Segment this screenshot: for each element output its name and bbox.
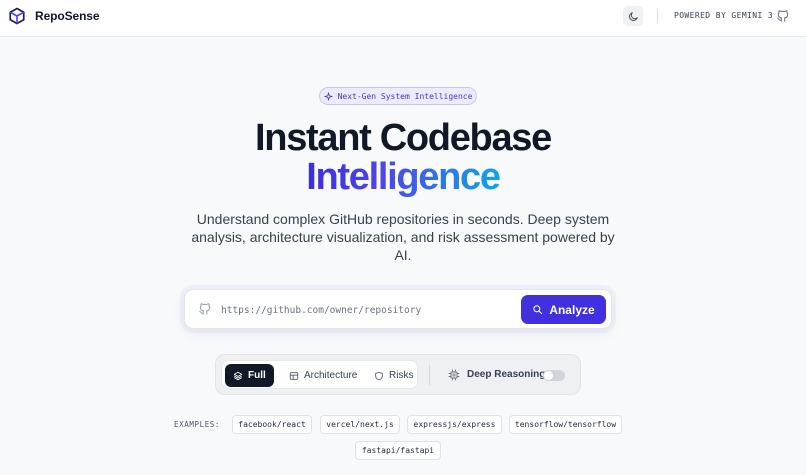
theme-toggle-button[interactable] [623,6,643,26]
hero-subtitle: Understand complex GitHub repositories i… [191,211,615,263]
badge-text: Next-Gen System Intelligence [337,91,473,101]
header-divider [657,9,658,23]
example-chip[interactable]: tensorflow/tensorflow [509,415,622,434]
app-title[interactable]: RepoSense [35,9,100,23]
hero-title-line2: Intelligence [0,155,806,199]
sparkle-icon [323,91,333,101]
hero-badge: Next-Gen System Intelligence [319,87,477,105]
powered-by-label: POWERED BY GEMINI 3 [674,11,774,20]
repo-url-input[interactable] [221,300,511,320]
shield-icon [375,371,383,380]
cube-logo-icon[interactable] [8,7,26,25]
mode-segmented-control: Full Architecture Risks [221,360,418,389]
cpu-icon [448,369,460,381]
repo-search-box: Analyze [184,289,612,329]
top-header: RepoSense POWERED BY GEMINI 3 [0,0,806,37]
hero-title-line1: Instant Codebase [255,117,552,159]
layers-icon [233,371,243,380]
analyze-button[interactable]: Analyze [521,295,606,324]
mode-architecture-label: Architecture [304,370,358,381]
panel-divider [429,365,430,385]
moon-icon [628,11,638,21]
search-icon [533,305,543,315]
examples-label: EXAMPLES: [174,420,221,429]
analysis-mode-panel: Full Architecture Risks Deep Reasoning [215,354,581,395]
analyze-button-label: Analyze [549,302,595,317]
deep-reasoning-toggle[interactable] [543,370,565,381]
mode-full-label: Full [248,370,266,381]
example-chip[interactable]: facebook/react [232,415,312,434]
deep-reasoning-label: Deep Reasoning [467,369,546,380]
example-chip[interactable]: fastapi/fastapi [355,441,441,460]
hero-title-gradient: Intelligence [306,156,501,198]
layout-icon [289,371,299,380]
example-chip[interactable]: vercel/next.js [320,415,400,434]
toggle-knob [544,371,553,380]
mode-full-tab[interactable]: Full [225,364,274,387]
github-icon[interactable] [776,9,790,23]
example-chip[interactable]: expressjs/express [407,415,502,434]
mode-architecture-tab[interactable]: Architecture [281,364,365,387]
mode-risks-tab[interactable]: Risks [366,364,421,387]
mode-risks-label: Risks [389,370,414,381]
github-icon [199,303,211,315]
